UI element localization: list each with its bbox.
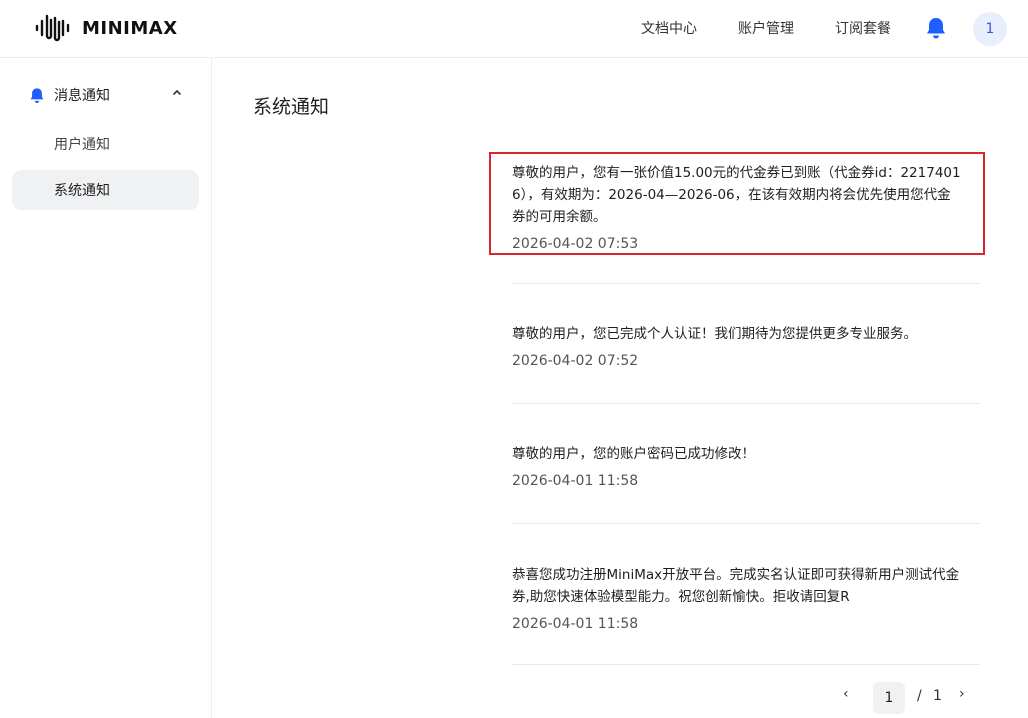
divider: [512, 523, 980, 524]
sidebar-item-system-notices[interactable]: 系统通知: [12, 170, 199, 210]
waveform-logo-icon: [35, 14, 70, 42]
sidebar-group-notifications[interactable]: 消息通知: [29, 85, 110, 105]
notice-time: 2026-04-02 07:52: [512, 353, 639, 369]
nav-docs[interactable]: 文档中心: [641, 18, 697, 38]
pagination-prev-button[interactable]: ‹: [843, 686, 849, 702]
bell-icon: [30, 87, 44, 103]
notice-line: 尊敬的用户，您有一张价值15.00元的代金券已到账（代金券id：2217401: [512, 165, 961, 181]
sidebar-group-label: 消息通知: [54, 88, 110, 104]
notice-time: 2026-04-02 07:53: [512, 236, 639, 252]
notice-item: 尊敬的用户，您的账户密码已成功修改！ 2026-04-01 11:58: [512, 443, 980, 492]
nav-subscription[interactable]: 订阅套餐: [835, 18, 891, 38]
notice-line: 券,助您快速体验模型能力。祝您创新愉快。拒收请回复R: [512, 589, 850, 605]
divider: [512, 283, 980, 284]
notice-item: 尊敬的用户，您已完成个人认证！我们期待为您提供更多专业服务。 2026-04-0…: [512, 323, 980, 372]
notice-line: 券的可用余额。: [512, 209, 607, 225]
sidebar: 消息通知 用户通知 系统通知: [0, 58, 212, 718]
pagination-separator: /: [917, 688, 922, 704]
notice-item: 恭喜您成功注册MiniMax开放平台。完成实名认证即可获得新用户测试代金 券,助…: [512, 564, 980, 635]
top-bar: MINIMAX 文档中心 账户管理 订阅套餐 1: [0, 0, 1028, 58]
pagination-next-button[interactable]: ›: [959, 686, 965, 702]
sidebar-item-user-notices[interactable]: 用户通知: [54, 134, 110, 154]
divider: [512, 664, 980, 665]
pagination-current-page[interactable]: 1: [873, 682, 905, 714]
page-title: 系统通知: [253, 96, 330, 118]
nav-account[interactable]: 账户管理: [738, 18, 794, 38]
notice-line: 尊敬的用户，您的账户密码已成功修改！: [512, 446, 755, 462]
notice-message: 尊敬的用户，您已完成个人认证！我们期待为您提供更多专业服务。: [512, 323, 980, 345]
brand-name: MINIMAX: [82, 17, 178, 39]
notice-line: 尊敬的用户，您已完成个人认证！我们期待为您提供更多专业服务。: [512, 326, 917, 342]
notice-line: 恭喜您成功注册MiniMax开放平台。完成实名认证即可获得新用户测试代金: [512, 567, 960, 583]
notice-line: 6），有效期为：2026-04—2026-06，在该有效期内将会优先使用您代金: [512, 187, 951, 203]
divider: [512, 403, 980, 404]
notice-time: 2026-04-01 11:58: [512, 473, 639, 489]
notice-message: 尊敬的用户，您有一张价值15.00元的代金券已到账（代金券id：2217401 …: [512, 162, 980, 228]
notice-message: 尊敬的用户，您的账户密码已成功修改！: [512, 443, 980, 465]
notice-time: 2026-04-01 11:58: [512, 616, 639, 632]
notice-item: 尊敬的用户，您有一张价值15.00元的代金券已到账（代金券id：2217401 …: [512, 162, 980, 255]
pagination-total: 1: [933, 688, 942, 704]
chevron-up-icon[interactable]: [172, 88, 182, 96]
notification-bell-icon[interactable]: [925, 16, 947, 44]
avatar[interactable]: 1: [973, 12, 1007, 46]
logo[interactable]: MINIMAX: [34, 12, 178, 44]
sidebar-item-label: 系统通知: [54, 183, 110, 199]
notice-message: 恭喜您成功注册MiniMax开放平台。完成实名认证即可获得新用户测试代金 券,助…: [512, 564, 980, 608]
